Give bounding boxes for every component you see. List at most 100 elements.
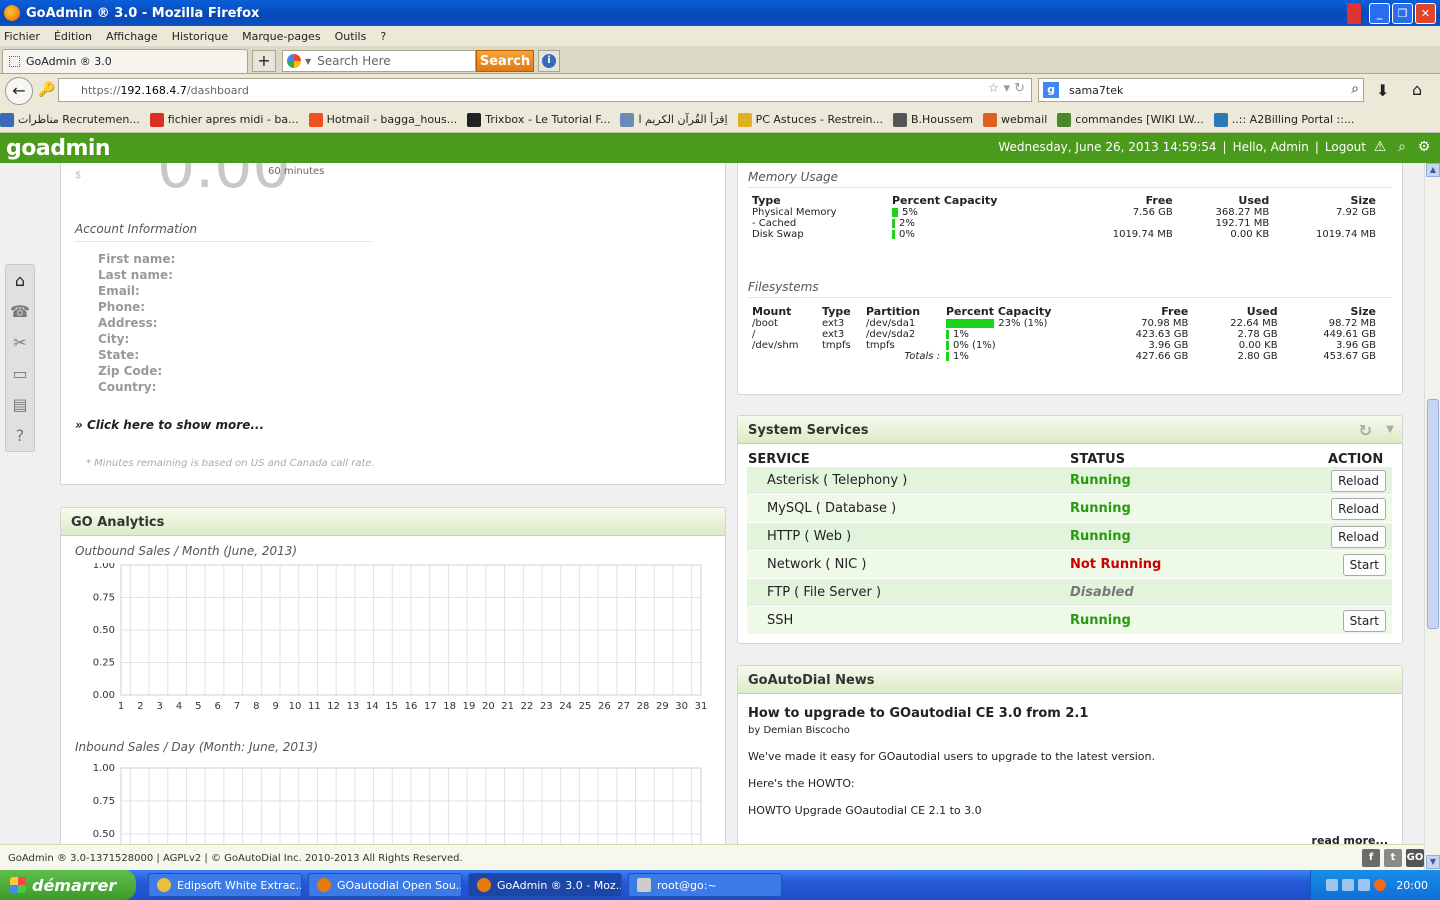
service-row: Network ( NIC ) Not Running Start (747, 551, 1392, 579)
home-icon[interactable]: ⌂ (1412, 80, 1422, 99)
reports-icon[interactable]: ▤ (6, 389, 34, 420)
menu-edition[interactable]: Édition (54, 30, 92, 43)
memory-size (1272, 218, 1379, 229)
search-engine-icon[interactable]: g (1043, 82, 1059, 98)
tools-icon[interactable]: ✂ (6, 327, 34, 358)
x-tick-label: 7 (234, 701, 240, 712)
menu-bar: Fichier Édition Affichage Historique Mar… (0, 26, 1440, 46)
taskbar-item-goadmin[interactable]: GoAdmin ® 3.0 - Moz... (468, 873, 622, 897)
download-icon[interactable]: ⬇ (1376, 81, 1389, 100)
scroll-thumb[interactable] (1427, 399, 1439, 629)
separator: | (1222, 140, 1227, 154)
bookmark-item[interactable]: B.Houssem (892, 112, 973, 127)
google-icon (287, 54, 301, 68)
y-tick-label: 0.50 (93, 829, 115, 840)
tray-icon[interactable] (1342, 879, 1355, 891)
close-button[interactable]: ✕ (1415, 3, 1436, 24)
service-action-button[interactable]: Reload (1331, 469, 1386, 492)
help-icon[interactable]: ? (6, 420, 34, 451)
service-action-button[interactable]: Start (1342, 553, 1386, 576)
minimize-button[interactable]: _ (1369, 3, 1390, 24)
fs-type: ext3 (822, 318, 845, 329)
bookmark-item[interactable]: commandes [WIKI LW... (1057, 112, 1204, 127)
tray-icon[interactable] (1374, 879, 1387, 891)
column-header: Used (1246, 305, 1278, 318)
telephone-icon[interactable]: ☎ (6, 296, 34, 327)
read-more-link[interactable]: read more... (1312, 834, 1388, 844)
menu-marque-pages[interactable]: Marque-pages (242, 30, 320, 43)
memory-size: 1019.74 MB (1315, 229, 1376, 240)
system-services-title: System Services ↻ ▼ (738, 416, 1402, 444)
memory-used: 192.71 MB (1215, 218, 1270, 229)
search-icon[interactable]: ⌕ (1351, 81, 1359, 97)
menu-outils[interactable]: Outils (335, 30, 367, 43)
taskbar-item-terminal[interactable]: root@go:~ (628, 873, 782, 897)
scroll-down-icon[interactable]: ▼ (1426, 855, 1440, 869)
folder-icon[interactable]: ▭ (6, 358, 34, 389)
menu-affichage[interactable]: Affichage (106, 30, 158, 43)
page-scrollbar[interactable]: ▲ ▼ (1424, 163, 1440, 869)
menu-historique[interactable]: Historique (172, 30, 228, 43)
fs-free: 70.98 MB (1141, 318, 1189, 329)
logout-link[interactable]: Logout (1325, 140, 1366, 154)
filesystems-title: Filesystems (748, 280, 1392, 298)
warning-icon[interactable]: ⚠ (1372, 139, 1388, 155)
bookmark-item[interactable]: Trixbox - Le Tutorial F... (467, 112, 610, 127)
service-name: FTP ( File Server ) (767, 585, 882, 600)
twitter-icon[interactable]: t (1384, 849, 1402, 867)
tray-icon[interactable] (1326, 879, 1339, 891)
collapse-icon[interactable]: ▼ (1386, 424, 1394, 435)
column-header: Free (1161, 305, 1189, 318)
goautodial-icon[interactable]: GO (1406, 849, 1424, 867)
settings-gear-icon[interactable]: ⚙ (1416, 139, 1432, 155)
search-icon[interactable]: ⌕ (1394, 139, 1410, 155)
scroll-up-icon[interactable]: ▲ (1426, 163, 1440, 177)
bookmark-icon (1057, 112, 1072, 127)
refresh-icon[interactable]: ↻ (1359, 421, 1372, 440)
bookmark-item[interactable]: مناظرات Recrutemen... (0, 112, 140, 127)
bookmark-star-icon[interactable]: ☆ ▾ ↻ (988, 81, 1025, 96)
bookmark-label: fichier apres midi - ba... (167, 113, 299, 126)
x-tick-label: 16 (405, 701, 418, 712)
column-header: Percent Capacity (892, 194, 998, 207)
fs-size: 3.96 GB (1335, 340, 1376, 351)
account-field-label: First name: (98, 252, 176, 266)
goadmin-logo[interactable]: goadmin (6, 136, 111, 161)
fs-used: 22.64 MB (1230, 318, 1278, 329)
new-tab-button[interactable]: + (252, 50, 276, 72)
start-button[interactable]: démarrer (0, 870, 136, 900)
fs-partition: tmpfs (866, 340, 895, 351)
news-headline[interactable]: How to upgrade to GOautodial CE 3.0 from… (748, 706, 1392, 721)
x-tick-label: 22 (521, 701, 534, 712)
toolbar-search-input[interactable]: ▼ Search Here (282, 50, 476, 72)
news-howto-link[interactable]: HOWTO Upgrade GOautodial CE 2.1 to 3.0 (748, 804, 1392, 817)
home-icon[interactable]: ⌂ (6, 265, 34, 296)
bookmark-item[interactable]: fichier apres midi - ba... (149, 112, 299, 127)
tab-goadmin[interactable]: GoAdmin ® 3.0 (2, 49, 248, 73)
url-bar[interactable]: https://192.168.4.7/dashboard ☆ ▾ ↻ (58, 78, 1032, 102)
menu-fichier[interactable]: Fichier (4, 30, 40, 43)
service-action-button[interactable]: Start (1342, 609, 1386, 632)
service-action-button[interactable]: Reload (1331, 525, 1386, 548)
show-more-link[interactable]: » Click here to show more... (75, 418, 264, 432)
taskbar-item-goautodial[interactable]: GOautodial Open Sou... (308, 873, 462, 897)
bookmark-item[interactable]: webmail (982, 112, 1047, 127)
facebook-icon[interactable]: f (1362, 849, 1380, 867)
bookmark-item[interactable]: PC Astuces - Restrein... (737, 112, 883, 127)
key-icon[interactable]: 🔑 (38, 82, 55, 98)
taskbar-item-edipsoft[interactable]: Edipsoft White Extrac... (148, 873, 302, 897)
bookmark-item[interactable]: ..:: A2Billing Portal ::... (1213, 112, 1354, 127)
tray-icon[interactable] (1358, 879, 1371, 891)
sidebar-nav: ⌂ ☎ ✂ ▭ ▤ ? (5, 264, 35, 452)
restore-button[interactable]: ❐ (1392, 3, 1413, 24)
web-search-input[interactable]: g sama7tek ⌕ (1038, 78, 1364, 102)
service-action-button[interactable]: Reload (1331, 497, 1386, 520)
back-button[interactable]: ← (5, 77, 33, 105)
toolbar-search-button[interactable]: Search (476, 50, 534, 72)
x-tick-label: 11 (308, 701, 321, 712)
news-title: GoAutoDial News (738, 666, 1402, 694)
bookmark-item[interactable]: Hotmail - bagga_hous... (308, 112, 457, 127)
info-button[interactable]: i (538, 50, 560, 72)
bookmark-item[interactable]: اِقرَأ القُرآن الكريم ا (620, 112, 728, 127)
menu-help[interactable]: ? (380, 30, 386, 43)
